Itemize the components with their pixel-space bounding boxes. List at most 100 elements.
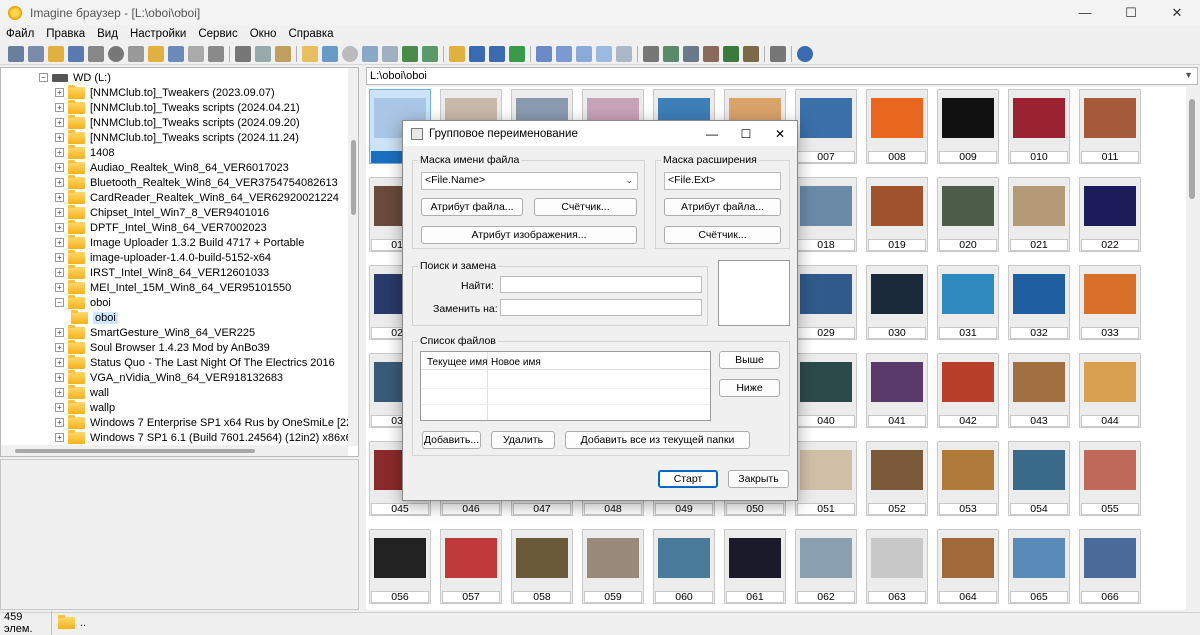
image-thumbnail[interactable]: 019 (866, 177, 928, 252)
image-thumbnail[interactable]: 061 (724, 529, 786, 604)
column-new-name[interactable]: Новое имя (491, 357, 541, 368)
tree-item[interactable]: + Status Quo - The Last Night Of The Elec… (55, 354, 335, 370)
tree-item[interactable]: +1408 (55, 144, 114, 160)
menu-window[interactable]: Окно (244, 28, 283, 40)
expand-icon[interactable]: + (55, 163, 64, 172)
delete-button[interactable]: Удалить (491, 431, 555, 449)
tree-item[interactable]: + Audiao_Realtek_Win8_64_VER6017023 (55, 159, 289, 175)
image-thumbnail[interactable]: 018 (795, 177, 857, 252)
image-icon[interactable] (422, 45, 438, 62)
image-thumbnail[interactable]: 058 (511, 529, 573, 604)
path-bar[interactable]: L:\oboi\oboi ▼ (366, 67, 1198, 85)
file-mask-input[interactable]: <File.Name> ⌄ (421, 172, 638, 190)
menu-edit[interactable]: Правка (40, 28, 91, 40)
expand-icon[interactable]: + (55, 208, 64, 217)
expand-icon[interactable]: + (55, 373, 64, 382)
image-thumbnail[interactable]: 053 (937, 441, 999, 516)
tree-item[interactable]: + DPTF_Intel_Win8_64_VER7002023 (55, 219, 267, 235)
image-thumbnail[interactable]: 032 (1008, 265, 1070, 340)
image-thumbnail[interactable]: 054 (1008, 441, 1070, 516)
image-thumbnail[interactable]: 042 (937, 353, 999, 428)
expand-icon[interactable]: + (55, 328, 64, 337)
image-thumbnail[interactable]: 031 (937, 265, 999, 340)
counter-button[interactable]: Счётчик... (534, 198, 637, 216)
thumbnails-view-icon[interactable] (302, 45, 318, 62)
menu-file[interactable]: Файл (0, 28, 40, 40)
ext-file-attribute-button[interactable]: Атрибут файла... (664, 198, 781, 216)
move-down-button[interactable]: Ниже (719, 379, 780, 397)
collapse-icon[interactable]: − (55, 298, 64, 307)
expand-icon[interactable]: + (55, 388, 64, 397)
tree-item[interactable]: + [NNMClub.to]_Tweaks scripts (2024.11.24… (55, 129, 299, 145)
dialog-close-button[interactable]: ✕ (763, 121, 797, 146)
collapse-icon[interactable]: − (39, 73, 48, 82)
file-attribute-button[interactable]: Атрибут файла... (421, 198, 523, 216)
tree-item[interactable]: + Soul Browser 1.4.23 Mod by AnBo39 (55, 339, 270, 355)
slideshow-icon[interactable] (402, 45, 418, 62)
expand-icon[interactable]: + (55, 418, 64, 427)
menu-tools[interactable]: Сервис (192, 28, 243, 40)
move-up-button[interactable]: Выше (719, 351, 780, 369)
expand-icon[interactable]: + (55, 433, 64, 442)
screen-icon[interactable] (723, 45, 739, 62)
tree-item[interactable]: + Image Uploader 1.3.2 Build 4717 + Porta… (55, 234, 304, 250)
image-thumbnail[interactable]: 029 (795, 265, 857, 340)
close-dialog-button[interactable]: Закрыть (728, 470, 789, 488)
expand-icon[interactable]: + (55, 118, 64, 127)
image-thumbnail[interactable]: 040 (795, 353, 857, 428)
image-thumbnail[interactable]: 060 (653, 529, 715, 604)
image-thumbnail[interactable]: 033 (1079, 265, 1141, 340)
image-thumbnail[interactable]: 044 (1079, 353, 1141, 428)
list-icon[interactable] (576, 45, 592, 62)
folder-up-icon[interactable] (449, 45, 465, 62)
open-folder-icon[interactable] (48, 45, 64, 62)
expand-icon[interactable]: + (55, 103, 64, 112)
expand-icon[interactable]: + (55, 223, 64, 232)
menu-help[interactable]: Справка (282, 28, 339, 40)
close-button[interactable]: ✕ (1154, 0, 1200, 25)
image-thumbnail[interactable]: 055 (1079, 441, 1141, 516)
browse-icon[interactable] (28, 45, 44, 62)
expand-icon[interactable]: + (55, 358, 64, 367)
file-list[interactable]: Текущее имя Новое имя (420, 351, 711, 421)
thumbnails-scrollbar[interactable] (1186, 87, 1198, 610)
save-icon[interactable] (68, 45, 84, 62)
tree-item[interactable]: + Windows 7 Enterprise SP1 x64 Rus by One… (55, 414, 358, 430)
image-thumbnail[interactable]: 066 (1079, 529, 1141, 604)
image-thumbnail[interactable]: 059 (582, 529, 644, 604)
small-icons-icon[interactable] (556, 45, 572, 62)
batch-icon[interactable] (683, 45, 699, 62)
image-attribute-button[interactable]: Атрибут изображения... (421, 226, 637, 244)
tree-item[interactable]: + Windows 7 SP1 6.1 (Build 7601.24564) (1… (55, 429, 358, 445)
ext-counter-button[interactable]: Счётчик... (664, 226, 781, 244)
start-button[interactable]: Старт (658, 470, 718, 488)
tree-item[interactable]: + [NNMClub.to]_Tweakers (2023.09.07) (55, 84, 275, 100)
grid-icon[interactable] (382, 45, 398, 62)
tree-item[interactable]: + VGA_nVidia_Win8_64_VER918132683 (55, 369, 283, 385)
image-thumbnail[interactable]: 063 (866, 529, 928, 604)
expand-icon[interactable]: + (55, 148, 64, 157)
back-arrow-icon[interactable] (469, 45, 485, 62)
edit-icon[interactable] (743, 45, 759, 62)
tree-item[interactable]: − oboi (55, 294, 111, 310)
image-thumbnail[interactable]: 051 (795, 441, 857, 516)
tree-item[interactable]: + image-uploader-1.4.0-build-5152-x64 (55, 249, 271, 265)
properties-icon[interactable] (128, 45, 144, 62)
tree-item[interactable]: + Chipset_Intel_Win7_8_VER9401016 (55, 204, 269, 220)
tree-item[interactable]: + SmartGesture_Win8_64_VER225 (55, 324, 255, 340)
expand-icon[interactable]: + (55, 283, 64, 292)
dialog-minimize-button[interactable]: — (695, 121, 729, 146)
copy-icon[interactable] (255, 45, 271, 62)
chevron-down-icon[interactable]: ▼ (1184, 70, 1193, 80)
image-thumbnail[interactable]: 009 (937, 89, 999, 164)
copy-to-icon[interactable] (168, 45, 184, 62)
delete-icon[interactable] (188, 45, 204, 62)
tree-item[interactable]: + [NNMClub.to]_Tweaks scripts (2024.09.20… (55, 114, 300, 130)
print-icon[interactable] (88, 45, 104, 62)
large-icons-icon[interactable] (536, 45, 552, 62)
image-thumbnail[interactable]: 008 (866, 89, 928, 164)
tree-item[interactable]: + Bluetooth_Realtek_Win8_64_VER3754754082… (55, 174, 338, 190)
image-thumbnail[interactable]: 007 (795, 89, 857, 164)
image-thumbnail[interactable]: 020 (937, 177, 999, 252)
menu-settings[interactable]: Настройки (124, 28, 192, 40)
